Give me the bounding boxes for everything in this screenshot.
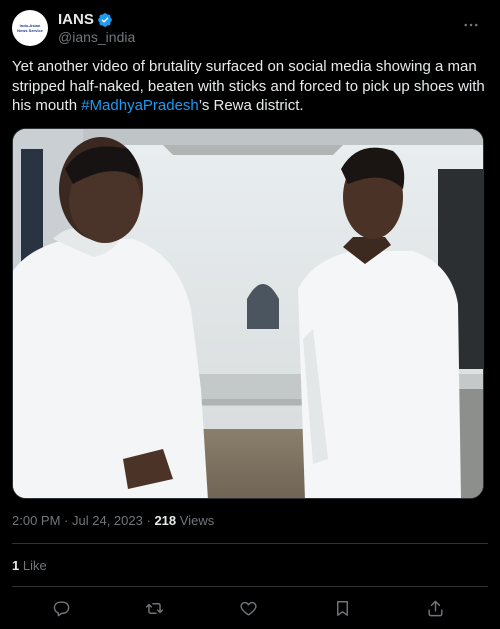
divider [12, 543, 488, 544]
meta-separator: · [64, 513, 69, 528]
more-options-icon[interactable] [460, 14, 482, 36]
bookmark-icon [336, 600, 348, 616]
heart-icon [239, 601, 257, 616]
avatar-logo-text: Indo-Asian News Service [17, 23, 43, 33]
handle[interactable]: @ians_india [58, 29, 135, 46]
share-icon [427, 600, 443, 616]
tweet-date[interactable]: Jul 24, 2023 [72, 513, 143, 528]
action-bar [0, 594, 500, 622]
tweet: Indo-Asian News Service IANS @ians_india [0, 0, 500, 629]
bookmark-button[interactable] [330, 596, 354, 620]
likes-count: 1 [12, 558, 20, 573]
verified-badge-icon [97, 12, 113, 28]
views-count: 218 [154, 513, 177, 528]
tweet-text-tail: ’s Rewa district. [198, 97, 304, 114]
tweet-meta: 2:00 PM · Jul 24, 2023 · 218 Views [12, 513, 214, 528]
meta-separator: · [146, 513, 151, 528]
tweet-header: Indo-Asian News Service IANS @ians_india [12, 10, 488, 46]
hashtag-link[interactable]: #MadhyaPradesh [81, 97, 199, 114]
repost-icon [145, 602, 163, 614]
display-name[interactable]: IANS [58, 11, 94, 29]
divider [12, 586, 488, 587]
reply-button[interactable] [49, 596, 73, 620]
name-row: IANS [58, 11, 135, 29]
share-button[interactable] [423, 596, 447, 620]
tweet-text: Yet another video of brutality surfaced … [12, 57, 490, 116]
likes-label: Like [22, 558, 47, 573]
likes-row[interactable]: 1 Like [12, 558, 47, 573]
repost-button[interactable] [142, 596, 166, 620]
like-button[interactable] [236, 596, 260, 620]
author-info: IANS @ians_india [58, 11, 135, 46]
tweet-time[interactable]: 2:00 PM [12, 513, 60, 528]
views-label: Views [179, 513, 215, 528]
reply-icon [53, 600, 69, 616]
video-thumbnail[interactable] [12, 128, 484, 499]
avatar[interactable]: Indo-Asian News Service [12, 10, 48, 46]
